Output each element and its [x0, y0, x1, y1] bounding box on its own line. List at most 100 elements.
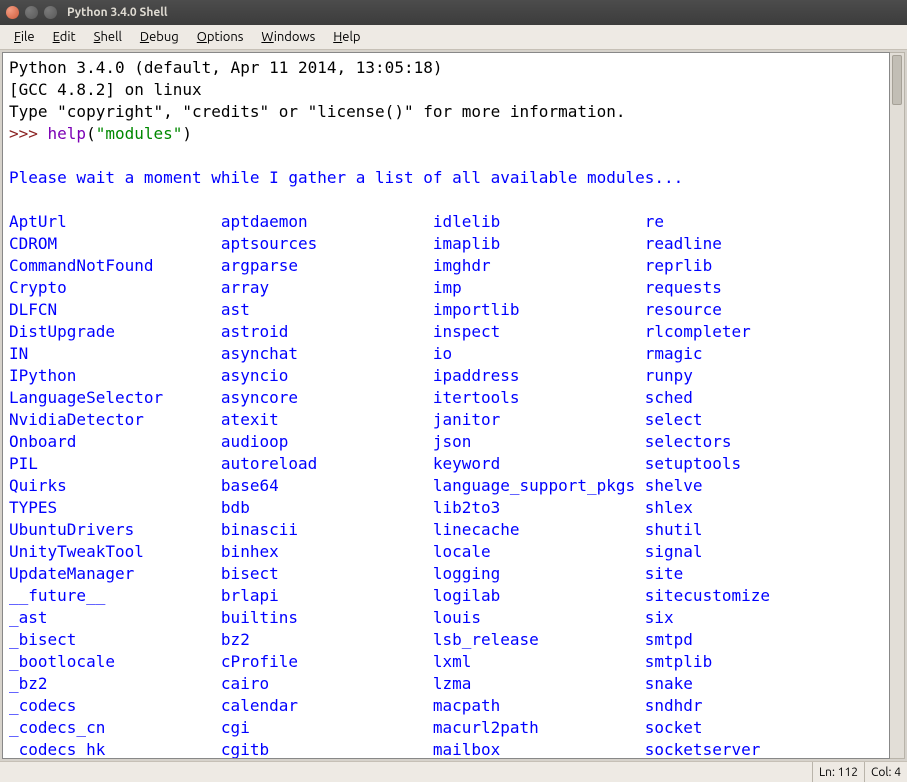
- module-name: UpdateManager: [9, 563, 221, 585]
- module-name: logging: [433, 563, 645, 585]
- module-name: sndhdr: [645, 695, 703, 717]
- module-name: autoreload: [221, 453, 433, 475]
- module-name: binhex: [221, 541, 433, 563]
- module-name: ast: [221, 299, 433, 321]
- module-name: rlcompleter: [645, 321, 751, 343]
- window-titlebar: Python 3.4.0 Shell: [0, 0, 907, 25]
- module-name: asynchat: [221, 343, 433, 365]
- menu-help[interactable]: Help: [325, 27, 368, 47]
- shell-text[interactable]: Python 3.4.0 (default, Apr 11 2014, 13:0…: [2, 52, 890, 759]
- module-name: imp: [433, 277, 645, 299]
- module-name: DistUpgrade: [9, 321, 221, 343]
- module-name: cgitb: [221, 739, 433, 759]
- module-name: aptdaemon: [221, 211, 433, 233]
- module-name: cgi: [221, 717, 433, 739]
- module-name: AptUrl: [9, 211, 221, 233]
- module-name: _bz2: [9, 673, 221, 695]
- module-name: base64: [221, 475, 433, 497]
- module-name: Onboard: [9, 431, 221, 453]
- module-name: calendar: [221, 695, 433, 717]
- module-name: six: [645, 607, 674, 629]
- module-name: IN: [9, 343, 221, 365]
- module-name: ipaddress: [433, 365, 645, 387]
- module-name: snake: [645, 673, 693, 695]
- module-name: argparse: [221, 255, 433, 277]
- module-name: cairo: [221, 673, 433, 695]
- vertical-scrollbar[interactable]: [890, 52, 905, 759]
- module-name: Crypto: [9, 277, 221, 299]
- module-name: _ast: [9, 607, 221, 629]
- module-name: macpath: [433, 695, 645, 717]
- module-name: idlelib: [433, 211, 645, 233]
- module-name: resource: [645, 299, 722, 321]
- module-name: itertools: [433, 387, 645, 409]
- module-name: readline: [645, 233, 722, 255]
- module-name: IPython: [9, 365, 221, 387]
- module-name: PIL: [9, 453, 221, 475]
- module-name: astroid: [221, 321, 433, 343]
- module-name: bdb: [221, 497, 433, 519]
- module-name: linecache: [433, 519, 645, 541]
- scrollbar-thumb[interactable]: [892, 55, 902, 105]
- module-name: lxml: [433, 651, 645, 673]
- module-name: asyncore: [221, 387, 433, 409]
- module-name: site: [645, 563, 684, 585]
- module-name: audioop: [221, 431, 433, 453]
- module-name: selectors: [645, 431, 732, 453]
- module-name: lib2to3: [433, 497, 645, 519]
- module-name: array: [221, 277, 433, 299]
- module-name: rmagic: [645, 343, 703, 365]
- module-name: cProfile: [221, 651, 433, 673]
- module-name: importlib: [433, 299, 645, 321]
- module-name: imaplib: [433, 233, 645, 255]
- menu-edit[interactable]: Edit: [45, 27, 84, 47]
- module-name: shutil: [645, 519, 703, 541]
- module-name: NvidiaDetector: [9, 409, 221, 431]
- module-name: _codecs_hk: [9, 739, 221, 759]
- close-icon[interactable]: [6, 6, 19, 19]
- module-name: socketserver: [645, 739, 761, 759]
- module-name: _bootlocale: [9, 651, 221, 673]
- menu-shell[interactable]: Shell: [86, 27, 130, 47]
- menu-options[interactable]: Options: [189, 27, 252, 47]
- module-name: macurl2path: [433, 717, 645, 739]
- module-name: asyncio: [221, 365, 433, 387]
- module-name: runpy: [645, 365, 693, 387]
- module-name: brlapi: [221, 585, 433, 607]
- module-name: smtplib: [645, 651, 712, 673]
- module-name: select: [645, 409, 703, 431]
- module-name: _codecs: [9, 695, 221, 717]
- module-name: sched: [645, 387, 693, 409]
- module-name: inspect: [433, 321, 645, 343]
- module-name: smtpd: [645, 629, 693, 651]
- statusbar: Ln: 112 Col: 4: [0, 761, 907, 782]
- module-name: _bisect: [9, 629, 221, 651]
- module-name: sitecustomize: [645, 585, 770, 607]
- module-name: louis: [433, 607, 645, 629]
- module-name: socket: [645, 717, 703, 739]
- module-name: reprlib: [645, 255, 712, 277]
- menu-debug[interactable]: Debug: [132, 27, 187, 47]
- module-name: signal: [645, 541, 703, 563]
- module-name: language_support_pkgs: [433, 475, 645, 497]
- module-name: mailbox: [433, 739, 645, 759]
- module-name: UbuntuDrivers: [9, 519, 221, 541]
- module-name: lzma: [433, 673, 645, 695]
- module-name: lsb_release: [433, 629, 645, 651]
- module-name: CDROM: [9, 233, 221, 255]
- menu-windows[interactable]: Windows: [253, 27, 323, 47]
- menu-file[interactable]: File: [6, 27, 43, 47]
- module-name: Quirks: [9, 475, 221, 497]
- module-name: io: [433, 343, 645, 365]
- module-name: bz2: [221, 629, 433, 651]
- status-col: Col: 4: [864, 762, 907, 782]
- module-name: binascii: [221, 519, 433, 541]
- minimize-icon[interactable]: [25, 6, 38, 19]
- menubar: File Edit Shell Debug Options Windows He…: [0, 25, 907, 50]
- module-name: UnityTweakTool: [9, 541, 221, 563]
- module-name: re: [645, 211, 664, 233]
- module-name: LanguageSelector: [9, 387, 221, 409]
- maximize-icon[interactable]: [44, 6, 57, 19]
- module-name: DLFCN: [9, 299, 221, 321]
- module-name: imghdr: [433, 255, 645, 277]
